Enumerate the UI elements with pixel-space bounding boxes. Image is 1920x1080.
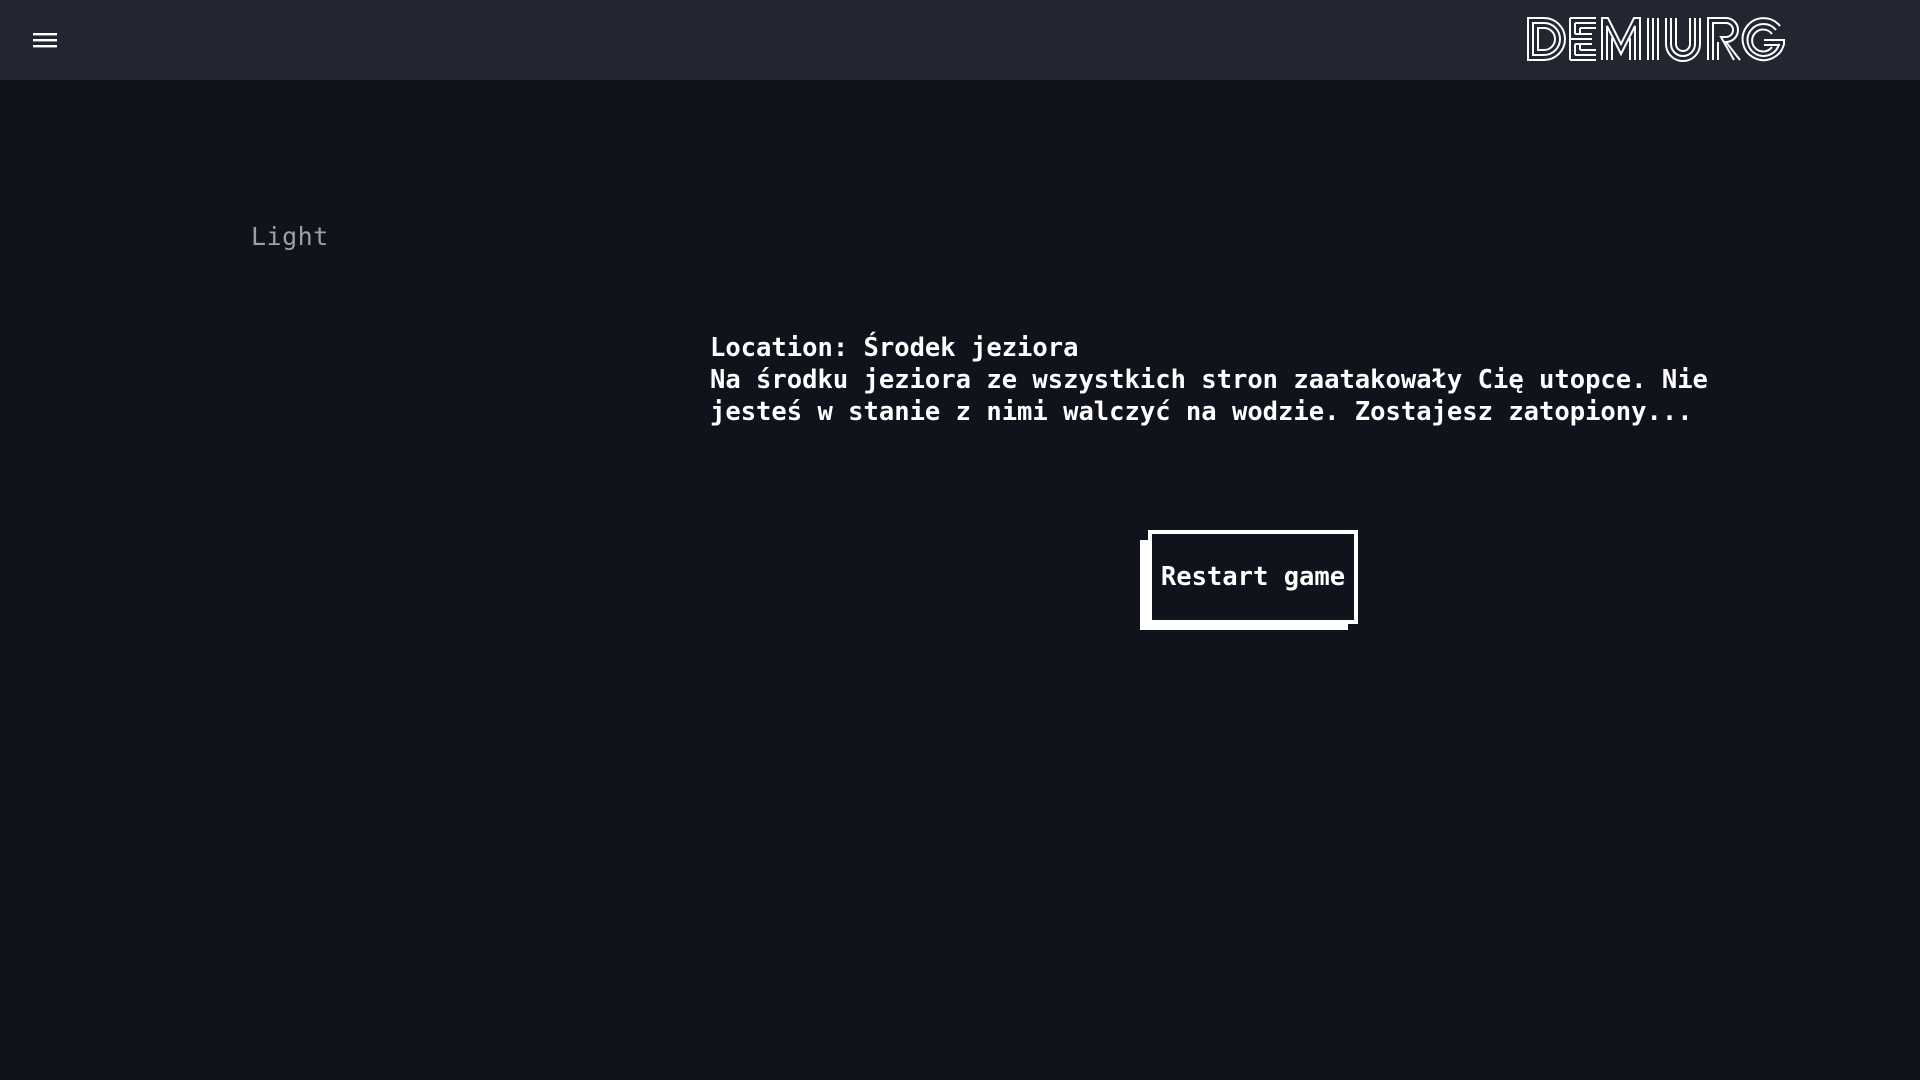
hamburger-menu-icon[interactable] xyxy=(30,28,60,52)
story-text-line: Na środku jeziora ze wszystkich stron za… xyxy=(710,365,1708,395)
demiurg-logo xyxy=(1526,14,1802,64)
top-bar xyxy=(0,0,1920,80)
theme-toggle-light[interactable]: Light xyxy=(251,222,329,251)
story-text-line: jesteś w stanie z nimi walczyć na wodzie… xyxy=(710,397,1693,427)
restart-game-button[interactable]: Restart game xyxy=(1148,530,1358,624)
restart-button-container: Restart game xyxy=(1140,530,1358,630)
story-panel: Location: Środek jeziora Na środku jezio… xyxy=(710,332,1710,428)
location-line: Location: Środek jeziora xyxy=(710,333,1079,363)
